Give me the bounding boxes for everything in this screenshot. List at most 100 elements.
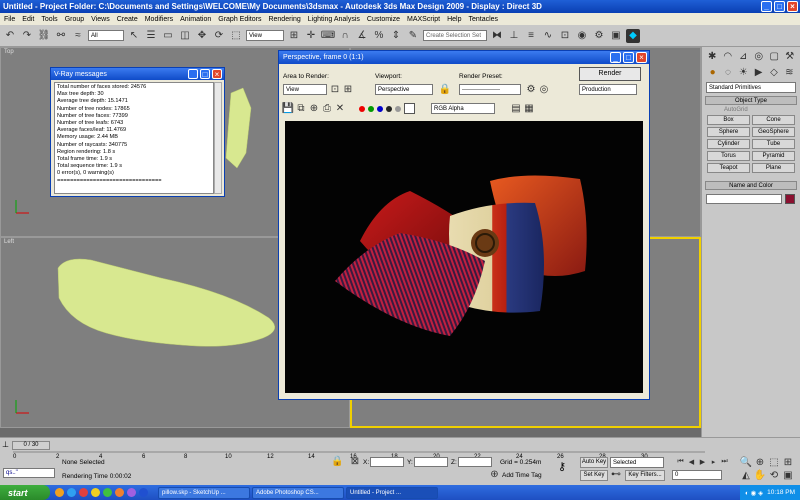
z-coordinate-field[interactable] xyxy=(458,457,492,467)
unlink-icon[interactable]: ⚯ xyxy=(54,29,68,43)
clone-frame-icon[interactable]: ⊕ xyxy=(309,103,319,114)
pan-icon[interactable]: ✋ xyxy=(754,470,766,481)
move-icon[interactable]: ✥ xyxy=(195,29,209,43)
select-icon[interactable]: ↖ xyxy=(127,29,141,43)
zoom-extents-icon[interactable]: ⬚ xyxy=(768,457,780,468)
maxscript-listener-field[interactable]: qs.." xyxy=(3,468,55,478)
save-image-icon[interactable]: 💾 xyxy=(282,103,294,114)
print-icon[interactable]: ⎙ xyxy=(322,103,332,114)
zoom-extents-all-icon[interactable]: ⊞ xyxy=(782,457,794,468)
edit-named-sel-icon[interactable]: ✎ xyxy=(406,29,420,43)
bind-icon[interactable]: ≈ xyxy=(71,29,85,43)
vray-close-button[interactable]: × xyxy=(212,69,222,79)
manipulate-icon[interactable]: ✛ xyxy=(304,29,318,43)
snap-icon[interactable]: ∩ xyxy=(338,29,352,43)
add-time-tag[interactable]: Add Time Tag xyxy=(502,472,542,479)
menu-rendering[interactable]: Rendering xyxy=(268,16,300,23)
y-coordinate-field[interactable] xyxy=(414,457,448,467)
quick-launch-icon[interactable] xyxy=(67,488,76,497)
render-mode-combo[interactable]: Production xyxy=(579,84,637,95)
minimize-button[interactable]: _ xyxy=(761,1,772,12)
teapot-button[interactable]: Teapot xyxy=(707,163,750,173)
fov-icon[interactable]: ◭ xyxy=(740,470,752,481)
key-filters-button[interactable]: Key Filters... xyxy=(625,470,665,481)
taskbar-item-photoshop[interactable]: Adobe Photoshop CS... xyxy=(252,486,344,499)
goto-start-icon[interactable]: ⏮ xyxy=(676,457,685,467)
spinner-snap-icon[interactable]: ⇕ xyxy=(389,29,403,43)
layer-icon[interactable]: ≡ xyxy=(524,29,538,43)
menu-group[interactable]: Group xyxy=(65,16,84,23)
menu-animation[interactable]: Animation xyxy=(180,16,211,23)
vray-minimize-button[interactable]: _ xyxy=(188,69,198,79)
menu-views[interactable]: Views xyxy=(91,16,110,23)
redo-icon[interactable]: ↷ xyxy=(20,29,34,43)
menu-tentacles[interactable]: Tentacles xyxy=(468,16,498,23)
zoom-all-icon[interactable]: ⊕ xyxy=(754,457,766,468)
object-name-field[interactable] xyxy=(706,194,782,204)
named-selection-combo[interactable]: Create Selection Set xyxy=(423,30,487,41)
taskbar-item-3dsmax[interactable]: Untitled - Project ... xyxy=(346,486,438,499)
menu-create[interactable]: Create xyxy=(117,16,138,23)
lights-icon[interactable]: ☀ xyxy=(737,65,750,79)
select-by-name-icon[interactable]: ☰ xyxy=(144,29,158,43)
goto-end-icon[interactable]: ⏭ xyxy=(720,457,729,467)
schematic-icon[interactable]: ⊡ xyxy=(558,29,572,43)
motion-tab-icon[interactable]: ◎ xyxy=(753,49,766,63)
menu-tools[interactable]: Tools xyxy=(41,16,57,23)
link-icon[interactable]: ⛓ xyxy=(37,29,51,43)
render-setup-icon[interactable]: ⚙ xyxy=(592,29,606,43)
cylinder-button[interactable]: Cylinder xyxy=(707,139,750,149)
set-key-button[interactable]: Set Key xyxy=(580,470,608,481)
next-frame-icon[interactable]: ▸ xyxy=(709,457,718,467)
lock-viewport-icon[interactable]: 🔒 xyxy=(439,83,451,95)
tube-button[interactable]: Tube xyxy=(752,139,795,149)
helpers-icon[interactable]: ◇ xyxy=(767,65,780,79)
undo-icon[interactable]: ↶ xyxy=(3,29,17,43)
key-mode-icon[interactable]: ⊷ xyxy=(611,469,621,480)
shapes-icon[interactable]: ◌ xyxy=(721,65,734,79)
absolute-mode-icon[interactable]: ⊠ xyxy=(349,456,361,467)
green-channel-icon[interactable] xyxy=(368,105,374,112)
auto-key-button[interactable]: Auto Key xyxy=(580,457,608,468)
red-channel-icon[interactable] xyxy=(359,105,365,112)
toggle-overlay-icon[interactable]: ▦ xyxy=(524,103,534,114)
mirror-icon[interactable]: ⧓ xyxy=(490,29,504,43)
render-maximize-button[interactable]: □ xyxy=(623,52,634,63)
sphere-button[interactable]: Sphere xyxy=(707,127,750,137)
window-crossing-icon[interactable]: ◫ xyxy=(178,29,192,43)
utilities-tab-icon[interactable]: ⚒ xyxy=(784,49,797,63)
render-frame-icon[interactable]: ▣ xyxy=(609,29,623,43)
pyramid-button[interactable]: Pyramid xyxy=(752,151,795,161)
start-button[interactable]: start xyxy=(0,485,50,500)
play-icon[interactable]: ▶ xyxy=(698,457,707,467)
rect-region-icon[interactable]: ▭ xyxy=(161,29,175,43)
display-tab-icon[interactable]: ▢ xyxy=(768,49,781,63)
vray-log[interactable]: Total number of faces stored: 24576 Max … xyxy=(54,82,214,194)
percent-snap-icon[interactable]: % xyxy=(372,29,386,43)
geosphere-button[interactable]: GeoSphere xyxy=(752,127,795,137)
edit-region-icon[interactable]: ⊡ xyxy=(329,83,341,95)
spacewarps-icon[interactable]: ≋ xyxy=(783,65,796,79)
menu-customize[interactable]: Customize xyxy=(367,16,400,23)
selection-lock-icon[interactable]: 🔒 xyxy=(331,456,343,467)
quick-launch-icon[interactable] xyxy=(91,488,100,497)
rotate-icon[interactable]: ⟳ xyxy=(212,29,226,43)
orbit-icon[interactable]: ⟲ xyxy=(768,470,780,481)
box-button[interactable]: Box xyxy=(707,115,750,125)
selection-filter-combo[interactable]: All xyxy=(88,30,124,41)
key-icon[interactable]: ⚷ xyxy=(558,460,566,473)
quick-render-icon[interactable]: ◆ xyxy=(626,28,640,43)
auto-region-icon[interactable]: ⊞ xyxy=(342,83,354,95)
key-set-combo[interactable]: Selected xyxy=(610,457,664,468)
cone-button[interactable]: Cone xyxy=(752,115,795,125)
align-icon[interactable]: ⊥ xyxy=(507,29,521,43)
display-channel-combo[interactable]: RGB Alpha xyxy=(431,103,495,114)
close-button[interactable]: × xyxy=(787,1,798,12)
quick-launch-icon[interactable] xyxy=(115,488,124,497)
render-button[interactable]: Render xyxy=(579,67,641,81)
time-tag-icon[interactable]: ⊕ xyxy=(490,469,499,480)
copy-image-icon[interactable]: ⧉ xyxy=(296,103,306,114)
modify-tab-icon[interactable]: ◠ xyxy=(722,49,735,63)
angle-snap-icon[interactable]: ∡ xyxy=(355,29,369,43)
geometry-icon[interactable]: ● xyxy=(706,65,719,79)
